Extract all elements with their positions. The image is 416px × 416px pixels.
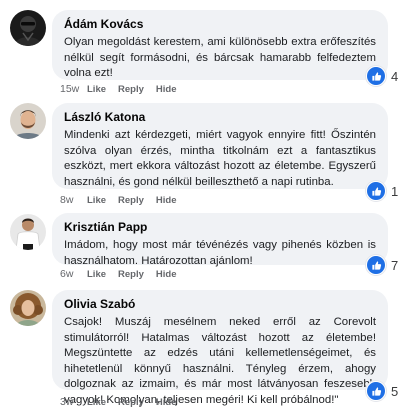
avatar-man-white-shirt-icon (10, 214, 46, 250)
avatar-woman-curly-icon (10, 290, 46, 326)
reaction-count: 5 (391, 383, 399, 399)
like-link[interactable]: Like (87, 195, 106, 206)
comment-author[interactable]: Krisztián Papp (64, 220, 376, 235)
avatar[interactable] (10, 10, 46, 46)
reaction-summary[interactable]: 7 (366, 255, 398, 275)
avatar[interactable] (10, 103, 46, 139)
comment-actions: 6w Like Reply Hide (60, 267, 188, 281)
comment-timestamp[interactable]: 8w (60, 194, 87, 206)
comment-timestamp[interactable]: 6w (60, 268, 87, 280)
reaction-count: 1 (391, 183, 399, 199)
like-link[interactable]: Like (87, 397, 106, 408)
avatar-dark-sunglasses-icon (10, 10, 46, 46)
avatar-man-beard-icon (10, 103, 46, 139)
reaction-summary[interactable]: 1 (366, 181, 398, 201)
avatar[interactable] (10, 214, 46, 250)
comment-bubble: László Katona Mindenki azt kérdezgeti, m… (52, 103, 388, 189)
avatar[interactable] (10, 290, 46, 326)
thumbs-up-icon (366, 66, 386, 86)
comment-text: Olyan megoldást kerestem, ami különösebb… (64, 36, 376, 80)
comment-bubble: Ádám Kovács Olyan megoldást kerestem, am… (52, 10, 388, 80)
reply-link[interactable]: Reply (118, 195, 144, 206)
reply-link[interactable]: Reply (118, 269, 144, 280)
reply-link[interactable]: Reply (118, 397, 144, 408)
comment-actions: 3w Like Reply Hide (60, 395, 188, 409)
comment-actions: 15w Like Reply Hide (60, 82, 188, 96)
reaction-count: 4 (391, 68, 399, 84)
like-link[interactable]: Like (87, 84, 106, 95)
comment-author[interactable]: Ádám Kovács (64, 17, 376, 32)
reply-link[interactable]: Reply (118, 84, 144, 95)
hide-link[interactable]: Hide (156, 269, 177, 280)
comment-text: Imádom, hogy most már tévénézés vagy pih… (64, 239, 376, 267)
comment-author[interactable]: László Katona (64, 110, 376, 125)
comment-timestamp[interactable]: 15w (60, 83, 87, 95)
thumbs-up-icon (366, 181, 386, 201)
reaction-summary[interactable]: 4 (366, 66, 398, 86)
comment-text: Mindenki azt kérdezgeti, miért vagyok en… (64, 129, 376, 188)
comment-bubble: Olivia Szabó Csajok! Muszáj mesélnem nek… (52, 290, 388, 406)
hide-link[interactable]: Hide (156, 84, 177, 95)
reaction-count: 7 (391, 257, 399, 273)
comment-timestamp[interactable]: 3w (60, 396, 87, 408)
reaction-summary[interactable]: 5 (366, 381, 398, 401)
hide-link[interactable]: Hide (156, 397, 177, 408)
thumbs-up-icon (366, 255, 386, 275)
thumbs-up-icon (366, 381, 386, 401)
comment-author[interactable]: Olivia Szabó (64, 297, 376, 312)
like-link[interactable]: Like (87, 269, 106, 280)
comment-bubble: Krisztián Papp Imádom, hogy most már tév… (52, 213, 388, 267)
hide-link[interactable]: Hide (156, 195, 177, 206)
comment-actions: 8w Like Reply Hide (60, 193, 188, 207)
